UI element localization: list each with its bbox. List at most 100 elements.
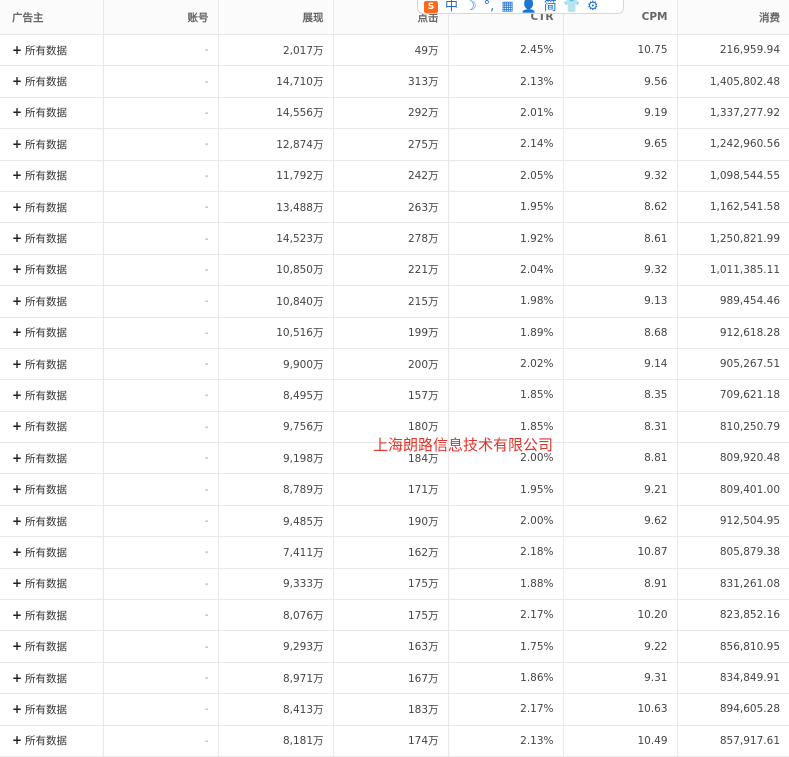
expand-plus-icon[interactable]: + bbox=[12, 105, 22, 119]
advertiser-cell[interactable]: + 所有数据 bbox=[0, 65, 104, 98]
expand-plus-icon[interactable]: + bbox=[12, 137, 22, 151]
advertiser-cell[interactable]: + 所有数据 bbox=[0, 505, 104, 538]
expand-plus-icon[interactable]: + bbox=[12, 702, 22, 716]
advertiser-cell[interactable]: + 所有数据 bbox=[0, 34, 104, 67]
advertiser-cell[interactable]: + 所有数据 bbox=[0, 128, 104, 161]
expand-plus-icon[interactable]: + bbox=[12, 357, 22, 371]
advertiser-cell[interactable]: + 所有数据 bbox=[0, 693, 104, 726]
cpm-cell: 8.81 bbox=[563, 442, 678, 475]
spend-cell: 1,098,544.55 bbox=[677, 160, 789, 192]
impressions-cell: 14,710万 bbox=[218, 65, 334, 98]
column-header-impressions[interactable]: 展现 bbox=[218, 0, 334, 35]
expand-plus-icon[interactable]: + bbox=[12, 262, 22, 276]
table-row[interactable]: + 所有数据 -14,710万 313万 2.13% 9.56 1,405,802.48 bbox=[0, 65, 789, 98]
table-row[interactable]: + 所有数据 -11,792万 242万 2.05% 9.32 1,098,544.55 bbox=[0, 160, 789, 192]
table-row[interactable]: + 所有数据 -9,293万 163万 1.75% 9.22 856,810.95 bbox=[0, 630, 789, 663]
table-row[interactable]: + 所有数据 -10,840万 215万 1.98% 9.13 989,454.46 bbox=[0, 285, 789, 318]
table-row[interactable]: + 所有数据 -2,017万 49万 2.45% 10.75 216,959.94 bbox=[0, 34, 789, 67]
gear-icon[interactable]: ⚙ bbox=[587, 0, 599, 13]
advertiser-cell[interactable]: + 所有数据 bbox=[0, 285, 104, 318]
expand-plus-icon[interactable]: + bbox=[12, 482, 22, 496]
table-row[interactable]: + 所有数据 -10,516万 199万 1.89% 8.68 912,618.28 bbox=[0, 317, 789, 349]
table-row[interactable]: + 所有数据 -7,411万 162万 2.18% 10.87 805,879.38 bbox=[0, 536, 789, 569]
expand-plus-icon[interactable]: + bbox=[12, 74, 22, 88]
spend-cell: 912,504.95 bbox=[677, 505, 789, 538]
moon-icon[interactable]: ☽ bbox=[465, 0, 477, 13]
advertiser-cell[interactable]: + 所有数据 bbox=[0, 473, 104, 506]
table-row[interactable]: + 所有数据 -8,413万 183万 2.17% 10.63 894,605.28 bbox=[0, 693, 789, 726]
sogou-s-logo-icon[interactable]: S bbox=[424, 0, 438, 13]
advertiser-cell[interactable]: + 所有数据 bbox=[0, 662, 104, 695]
row-label: 所有数据 bbox=[25, 546, 67, 559]
row-label: 所有数据 bbox=[25, 452, 67, 465]
advertiser-cell[interactable]: + 所有数据 bbox=[0, 379, 104, 412]
expand-plus-icon[interactable]: + bbox=[12, 608, 22, 622]
table-row[interactable]: + 所有数据 -8,971万 167万 1.86% 9.31 834,849.91 bbox=[0, 662, 789, 695]
expand-plus-icon[interactable]: + bbox=[12, 451, 22, 465]
cpm-cell: 8.62 bbox=[563, 191, 678, 224]
advertiser-cell[interactable]: + 所有数据 bbox=[0, 630, 104, 663]
column-header-spend[interactable]: 消费 bbox=[677, 0, 789, 35]
advertiser-cell[interactable]: + 所有数据 bbox=[0, 411, 104, 444]
punctuation-icon[interactable]: °, bbox=[484, 0, 495, 13]
expand-plus-icon[interactable]: + bbox=[12, 639, 22, 653]
advertiser-cell[interactable]: + 所有数据 bbox=[0, 725, 104, 757]
table-row[interactable]: + 所有数据 -14,523万 278万 1.92% 8.61 1,250,821.99 bbox=[0, 222, 789, 255]
expand-plus-icon[interactable]: + bbox=[12, 168, 22, 182]
clicks-cell: 157万 bbox=[333, 379, 449, 412]
input-mode-label[interactable]: 中 bbox=[445, 0, 458, 13]
ctr-cell: 2.02% bbox=[448, 348, 564, 381]
expand-plus-icon[interactable]: + bbox=[12, 388, 22, 402]
expand-plus-icon[interactable]: + bbox=[12, 294, 22, 308]
expand-plus-icon[interactable]: + bbox=[12, 671, 22, 685]
ctr-cell: 1.89% bbox=[448, 317, 564, 349]
impressions-cell: 10,840万 bbox=[218, 285, 334, 318]
impressions-cell: 8,971万 bbox=[218, 662, 334, 695]
advertiser-cell[interactable]: + 所有数据 bbox=[0, 254, 104, 287]
table-row[interactable]: + 所有数据 -8,181万 174万 2.13% 10.49 857,917.61 bbox=[0, 725, 789, 757]
expand-plus-icon[interactable]: + bbox=[12, 545, 22, 559]
table-row[interactable]: + 所有数据 -13,488万 263万 1.95% 8.62 1,162,541.58 bbox=[0, 191, 789, 224]
account-cell: - bbox=[103, 160, 219, 192]
impressions-cell: 8,413万 bbox=[218, 693, 334, 726]
keyboard-icon[interactable]: ▦ bbox=[501, 0, 513, 13]
cpm-cell: 9.13 bbox=[563, 285, 678, 318]
expand-plus-icon[interactable]: + bbox=[12, 733, 22, 747]
table-row[interactable]: + 所有数据 -9,900万 200万 2.02% 9.14 905,267.51 bbox=[0, 348, 789, 381]
expand-plus-icon[interactable]: + bbox=[12, 419, 22, 433]
clicks-cell: 200万 bbox=[333, 348, 449, 381]
ime-toolbar[interactable]: S 中 ☽ °, ▦ 👤 简 👕 ⚙ bbox=[417, 0, 624, 14]
table-row[interactable]: + 所有数据 -8,789万 171万 1.95% 9.21 809,401.00 bbox=[0, 473, 789, 506]
advertiser-cell[interactable]: + 所有数据 bbox=[0, 97, 104, 130]
advertiser-cell[interactable]: + 所有数据 bbox=[0, 348, 104, 381]
table-row[interactable]: + 所有数据 -12,874万 275万 2.14% 9.65 1,242,960.56 bbox=[0, 128, 789, 161]
table-row[interactable]: + 所有数据 -8,076万 175万 2.17% 10.20 823,852.16 bbox=[0, 599, 789, 632]
table-row[interactable]: + 所有数据 -8,495万 157万 1.85% 8.35 709,621.18 bbox=[0, 379, 789, 412]
fullwidth-label[interactable]: 简 bbox=[544, 0, 557, 13]
table-row[interactable]: + 所有数据 -10,850万 221万 2.04% 9.32 1,011,385.11 bbox=[0, 254, 789, 287]
table-row[interactable]: + 所有数据 -14,556万 292万 2.01% 9.19 1,337,277.92 bbox=[0, 97, 789, 130]
expand-plus-icon[interactable]: + bbox=[12, 43, 22, 57]
advertiser-cell[interactable]: + 所有数据 bbox=[0, 160, 104, 192]
expand-plus-icon[interactable]: + bbox=[12, 514, 22, 528]
expand-plus-icon[interactable]: + bbox=[12, 576, 22, 590]
table-row[interactable]: + 所有数据 -9,333万 175万 1.88% 8.91 831,261.08 bbox=[0, 568, 789, 601]
impressions-cell: 14,523万 bbox=[218, 222, 334, 255]
advertiser-cell[interactable]: + 所有数据 bbox=[0, 599, 104, 632]
advertiser-cell[interactable]: + 所有数据 bbox=[0, 568, 104, 601]
impressions-cell: 8,495万 bbox=[218, 379, 334, 412]
advertiser-cell[interactable]: + 所有数据 bbox=[0, 191, 104, 224]
column-header-advertiser[interactable]: 广告主 bbox=[0, 0, 104, 35]
skin-icon[interactable]: 👕 bbox=[564, 0, 580, 13]
spend-cell: 857,917.61 bbox=[677, 725, 789, 757]
advertiser-cell[interactable]: + 所有数据 bbox=[0, 442, 104, 475]
expand-plus-icon[interactable]: + bbox=[12, 200, 22, 214]
user-icon[interactable]: 👤 bbox=[521, 0, 537, 13]
table-row[interactable]: + 所有数据 -9,485万 190万 2.00% 9.62 912,504.95 bbox=[0, 505, 789, 538]
column-header-account[interactable]: 账号 bbox=[103, 0, 219, 35]
advertiser-cell[interactable]: + 所有数据 bbox=[0, 317, 104, 349]
expand-plus-icon[interactable]: + bbox=[12, 231, 22, 245]
advertiser-cell[interactable]: + 所有数据 bbox=[0, 222, 104, 255]
expand-plus-icon[interactable]: + bbox=[12, 325, 22, 339]
advertiser-cell[interactable]: + 所有数据 bbox=[0, 536, 104, 569]
